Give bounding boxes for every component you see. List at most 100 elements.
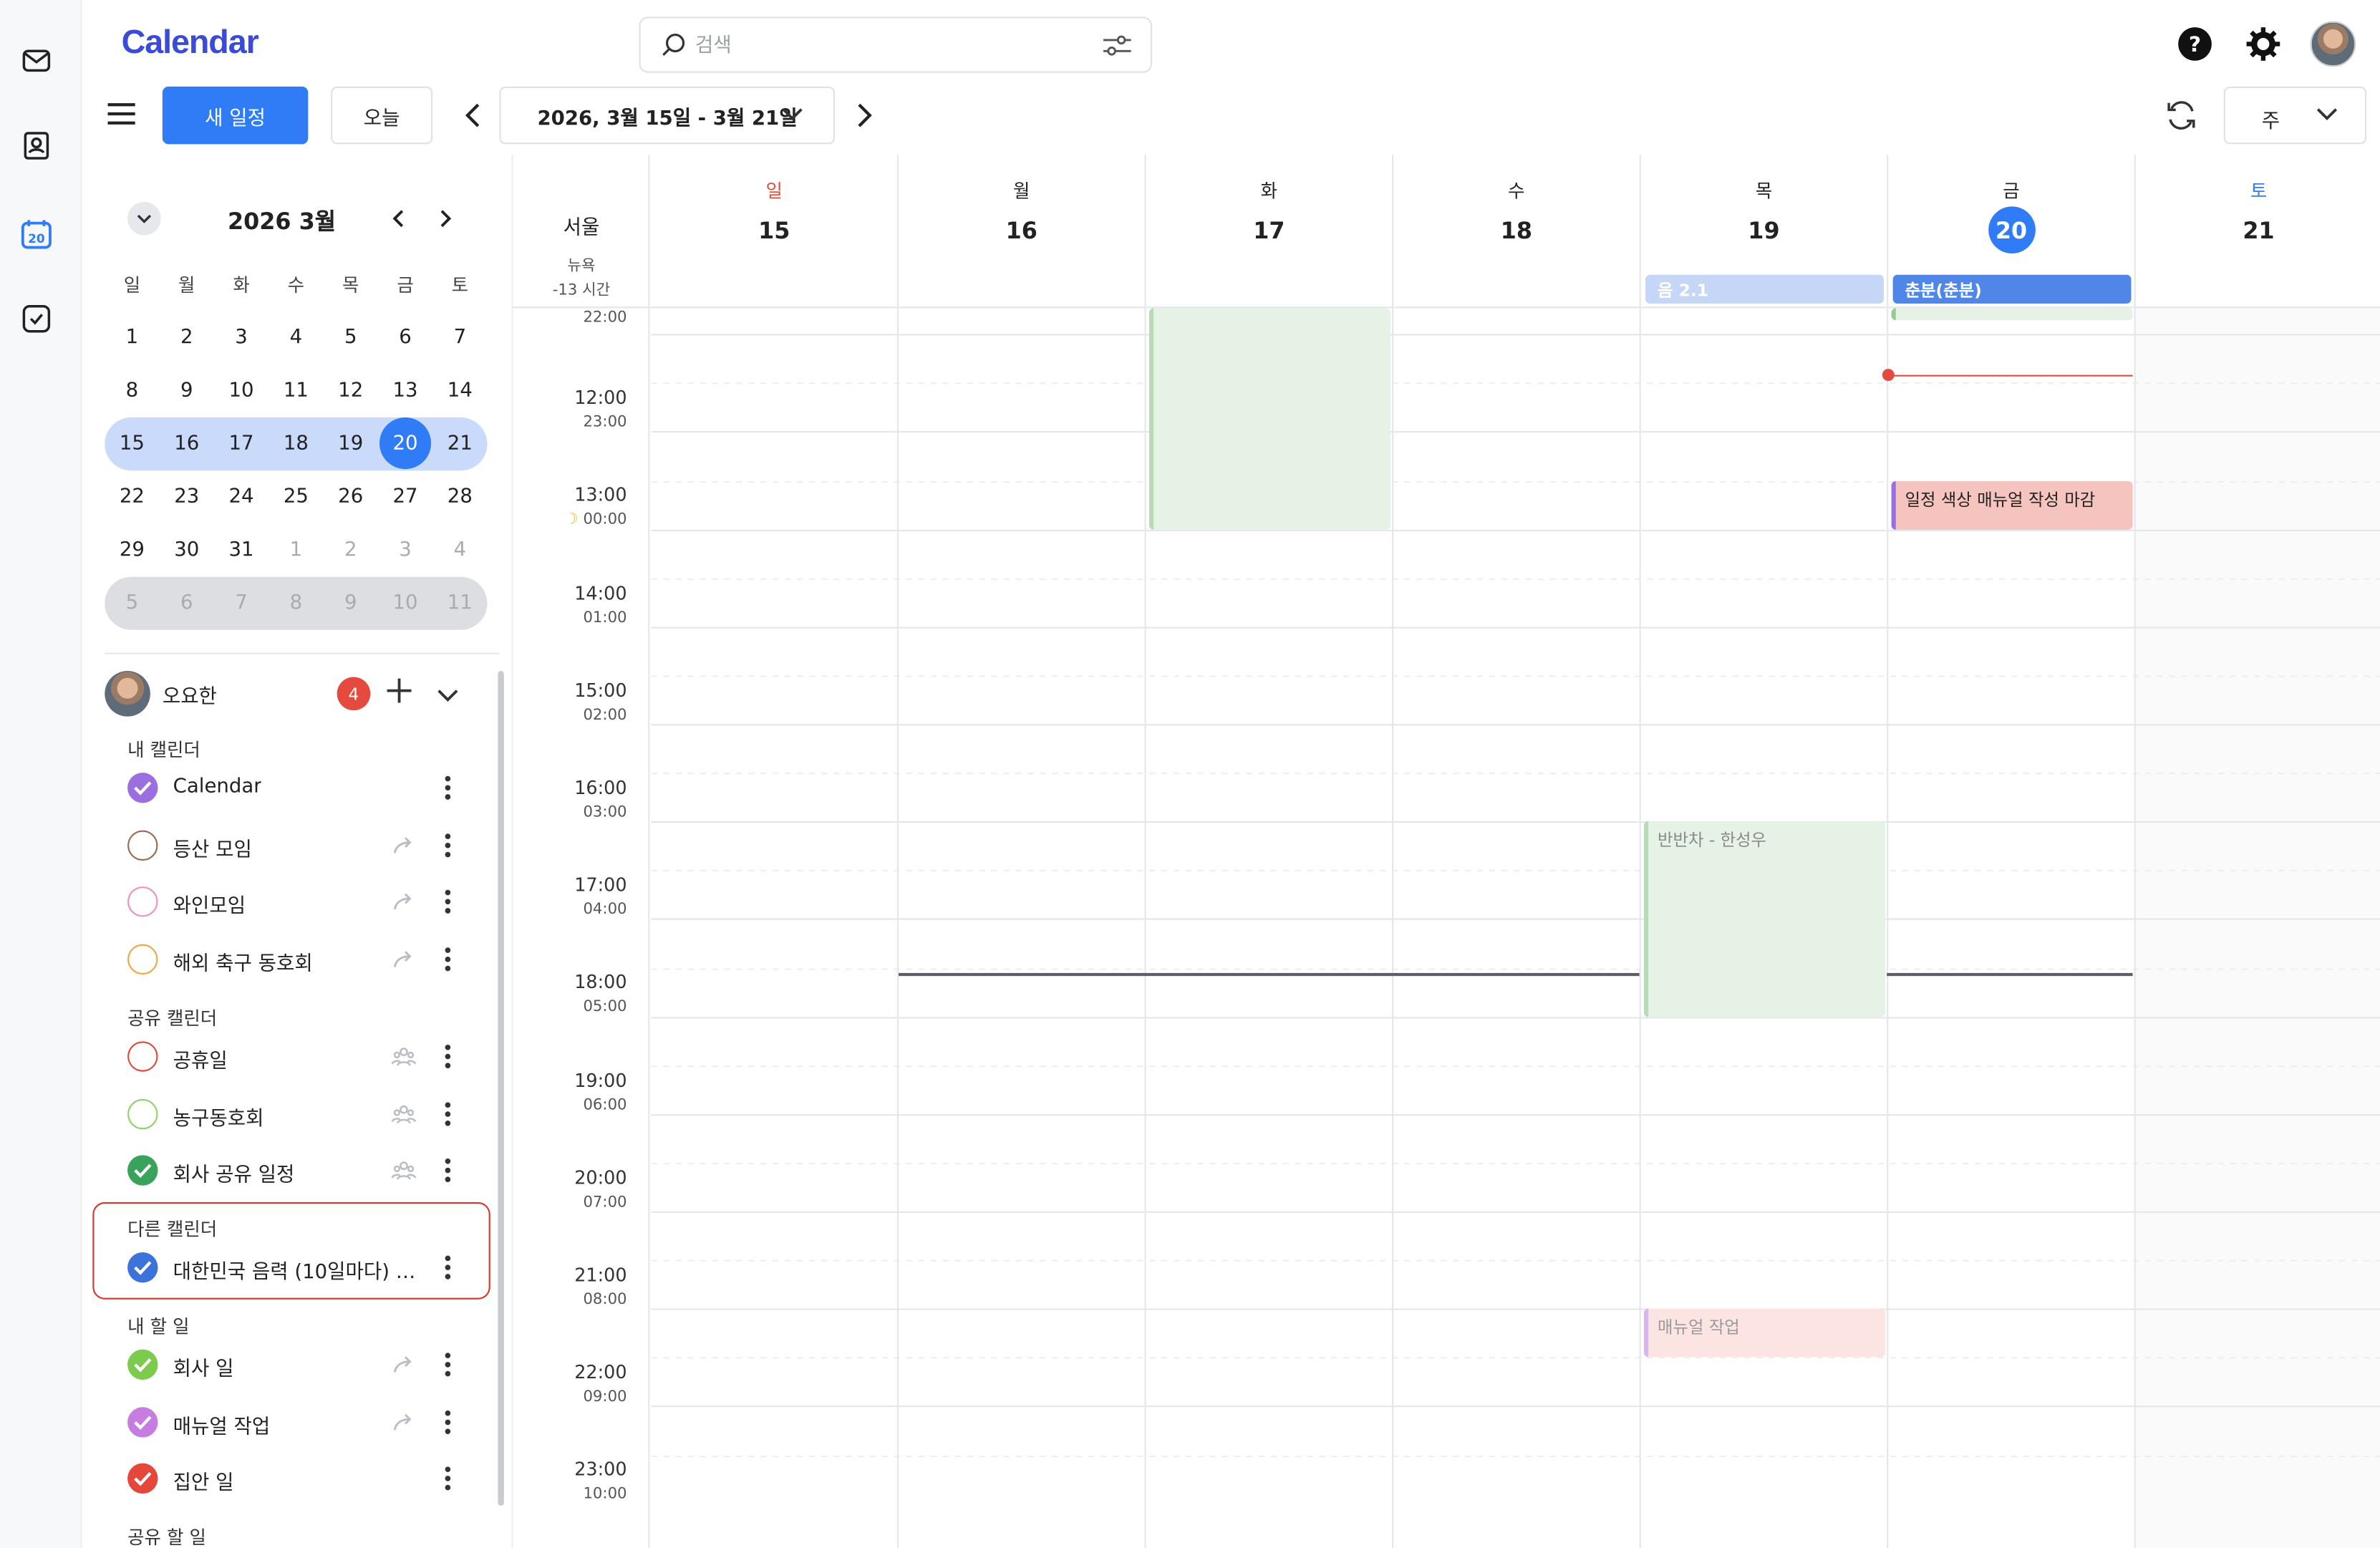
unchecked-circle-icon[interactable] — [127, 1098, 158, 1129]
mini-day[interactable]: 31 — [214, 523, 269, 576]
day-header[interactable]: 일 15 — [651, 155, 899, 307]
search-box[interactable] — [639, 16, 1153, 73]
mini-day[interactable]: 21 — [432, 417, 487, 470]
mini-day[interactable]: 3 — [378, 523, 432, 576]
mail-icon[interactable] — [18, 42, 54, 79]
mini-day[interactable]: 1 — [105, 311, 159, 364]
day-header[interactable]: 토 21 — [2136, 155, 2380, 306]
view-mode-selector[interactable]: 주 — [2223, 86, 2367, 145]
unchecked-circle-icon[interactable] — [127, 1041, 158, 1072]
shared-calendar-item[interactable]: 회사 공유 일정 — [125, 1148, 470, 1194]
mini-day[interactable]: 3 — [214, 311, 269, 364]
unchecked-circle-icon[interactable] — [127, 886, 158, 918]
settings-gear-icon[interactable] — [2243, 24, 2283, 64]
unchecked-circle-icon[interactable] — [127, 829, 158, 861]
my-calendar-item[interactable]: 해외 축구 동호회 — [125, 937, 470, 982]
date-range-selector[interactable]: 2026, 3월 15일 - 3월 21일 — [499, 86, 835, 145]
mini-day[interactable]: 2 — [160, 311, 214, 364]
todo-item[interactable]: 집안 일 — [125, 1456, 470, 1502]
checked-circle-icon[interactable] — [127, 773, 158, 803]
mini-day[interactable]: 8 — [269, 577, 323, 630]
checked-circle-icon[interactable] — [127, 1406, 158, 1437]
my-calendar-item[interactable]: Calendar — [125, 765, 470, 811]
app-logo[interactable]: Calendar — [122, 23, 259, 62]
share-arrow-icon[interactable] — [392, 890, 416, 919]
checked-circle-icon[interactable] — [127, 1464, 158, 1494]
more-vertical-icon[interactable] — [443, 1041, 453, 1078]
allday-event[interactable]: 춘분(춘분) — [1892, 274, 2132, 304]
refresh-icon[interactable] — [2162, 97, 2201, 134]
mini-day[interactable]: 26 — [324, 470, 378, 523]
mini-day[interactable]: 5 — [324, 311, 378, 364]
timezone-header[interactable]: 서울 뉴욕 -13 시간 — [513, 155, 650, 307]
mini-day[interactable]: 27 — [378, 470, 432, 523]
today-button[interactable]: 오늘 — [331, 86, 433, 145]
more-vertical-icon[interactable] — [443, 1252, 453, 1289]
mini-day[interactable]: 23 — [160, 470, 214, 523]
mini-day[interactable]: 16 — [160, 417, 214, 470]
more-vertical-icon[interactable] — [443, 1464, 453, 1501]
mini-day[interactable]: 14 — [432, 364, 487, 417]
day-header[interactable]: 월 16 — [899, 155, 1146, 307]
mini-calendar-collapse-button[interactable] — [127, 201, 161, 236]
my-calendar-item[interactable]: 와인모임 — [125, 879, 470, 925]
next-week-chevron-icon[interactable] — [850, 97, 880, 134]
help-icon[interactable]: ? — [2175, 24, 2215, 64]
timed-event[interactable] — [1148, 308, 1390, 530]
more-vertical-icon[interactable] — [443, 1350, 453, 1386]
share-arrow-icon[interactable] — [392, 1353, 416, 1381]
timed-event[interactable]: 매뉴얼 작업 — [1643, 1308, 1886, 1358]
timed-event[interactable]: 반반차 - 한성우 — [1643, 821, 1886, 1017]
more-vertical-icon[interactable] — [443, 944, 453, 981]
calendar-list-chevron-down-icon[interactable] — [437, 680, 459, 709]
timed-event[interactable] — [1891, 308, 2133, 321]
todo-icon[interactable] — [18, 301, 54, 337]
mini-day[interactable]: 4 — [432, 523, 487, 576]
mini-day[interactable]: 2 — [324, 523, 378, 576]
add-calendar-plus-icon[interactable] — [385, 677, 412, 711]
search-input[interactable] — [695, 30, 1090, 61]
calendar-icon[interactable]: 20 — [18, 216, 54, 252]
mini-day[interactable]: 13 — [378, 364, 432, 417]
mini-day[interactable]: 19 — [324, 417, 378, 470]
mini-day[interactable]: 11 — [432, 577, 487, 630]
more-vertical-icon[interactable] — [443, 773, 453, 809]
mini-day[interactable]: 24 — [214, 470, 269, 523]
contacts-icon[interactable] — [18, 127, 54, 164]
mini-day[interactable]: 9 — [324, 577, 378, 630]
mini-day[interactable]: 9 — [160, 364, 214, 417]
share-arrow-icon[interactable] — [392, 833, 416, 861]
mini-day[interactable]: 15 — [105, 417, 159, 470]
more-vertical-icon[interactable] — [443, 1156, 453, 1192]
profile-avatar[interactable] — [2310, 21, 2356, 67]
checked-circle-icon[interactable] — [127, 1252, 158, 1283]
mini-day[interactable]: 7 — [432, 311, 487, 364]
mini-day[interactable]: 5 — [105, 577, 159, 630]
checked-circle-icon[interactable] — [127, 1156, 158, 1186]
day-header[interactable]: 수 18 — [1393, 155, 1641, 307]
checked-circle-icon[interactable] — [127, 1349, 158, 1380]
mini-day[interactable]: 28 — [432, 470, 487, 523]
timed-event[interactable]: 일정 색상 매뉴얼 작성 마감 — [1891, 480, 2133, 530]
allday-event[interactable]: 음 2.1 — [1645, 274, 1884, 304]
more-vertical-icon[interactable] — [443, 830, 453, 866]
mini-day[interactable]: 11 — [269, 364, 323, 417]
notification-badge[interactable]: 4 — [337, 677, 371, 711]
filter-icon[interactable] — [1102, 34, 1132, 58]
menu-hamburger-icon[interactable] — [106, 100, 136, 127]
todo-item[interactable]: 회사 일 — [125, 1342, 470, 1388]
mini-day[interactable]: 1 — [269, 523, 323, 576]
mini-day[interactable]: 6 — [378, 311, 432, 364]
mini-day[interactable]: 25 — [269, 470, 323, 523]
share-arrow-icon[interactable] — [392, 1410, 416, 1438]
mini-next-chevron-icon[interactable] — [437, 206, 453, 235]
more-vertical-icon[interactable] — [443, 1098, 453, 1135]
mini-day[interactable]: 30 — [160, 523, 214, 576]
other-calendar-item[interactable]: 대한민국 음력 (10일마다) 및 24절기 — [125, 1244, 470, 1290]
new-event-button[interactable]: 새 일정 — [162, 86, 309, 145]
todo-item[interactable]: 매뉴얼 작업 — [125, 1399, 470, 1445]
day-header[interactable]: 화 17 — [1146, 155, 1394, 307]
prev-week-chevron-icon[interactable] — [457, 97, 487, 134]
shared-group-icon[interactable] — [391, 1045, 417, 1073]
more-vertical-icon[interactable] — [443, 1407, 453, 1443]
